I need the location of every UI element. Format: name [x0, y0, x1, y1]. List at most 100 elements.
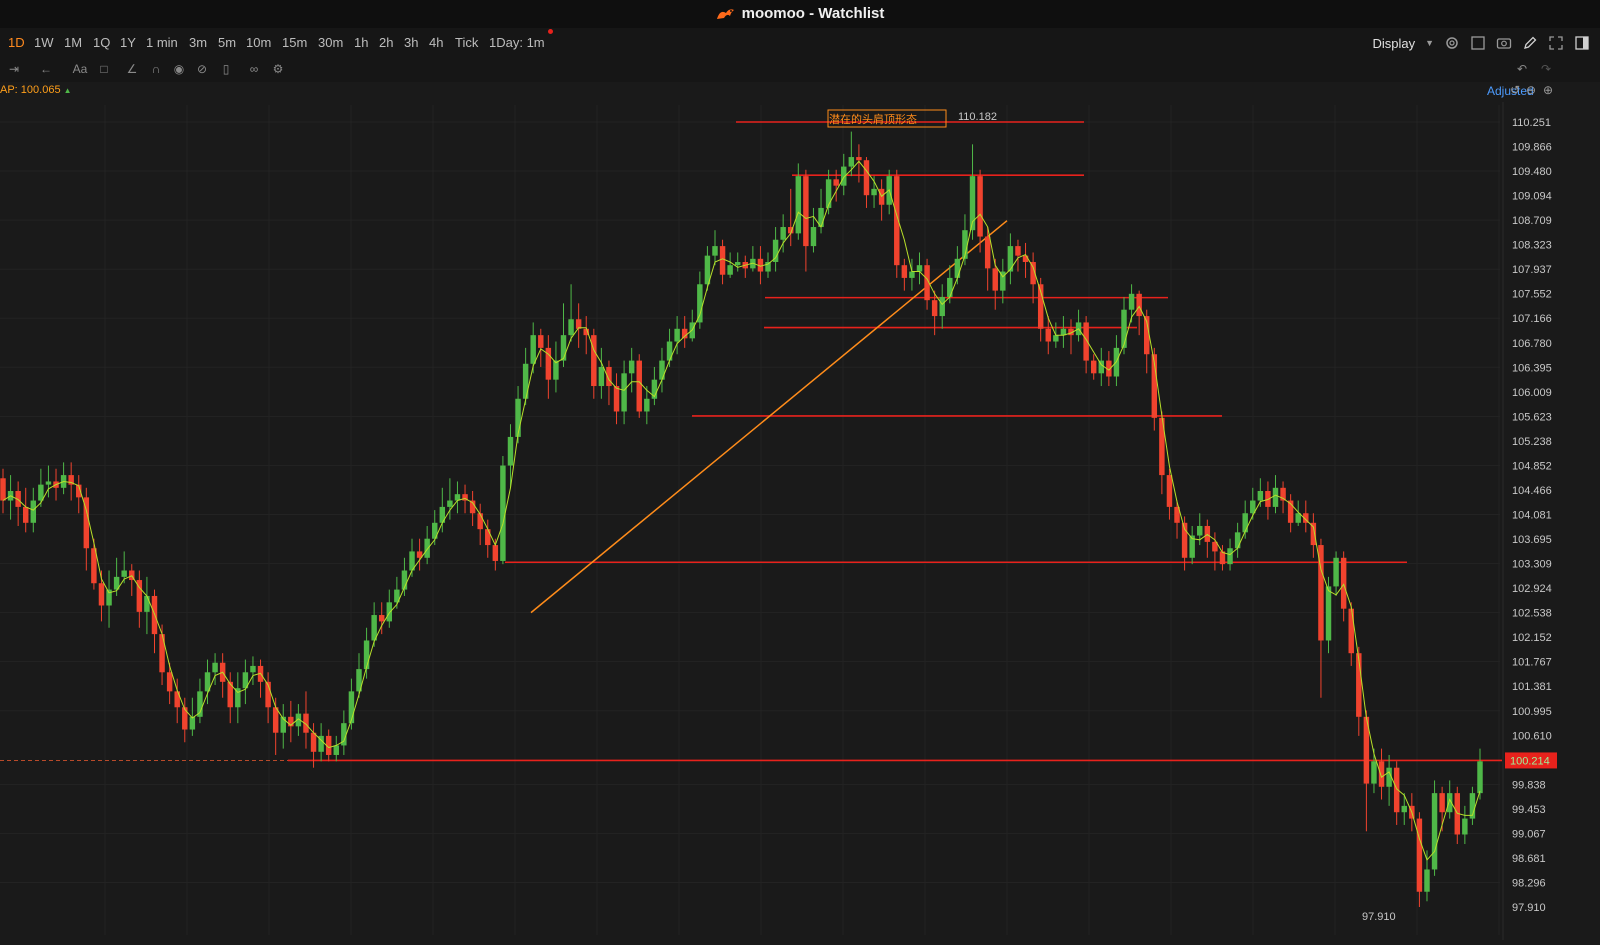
line-tool-icon[interactable]: ∠	[124, 61, 140, 77]
period-tab-1-min[interactable]: 1 min	[146, 35, 178, 50]
candle-body	[841, 166, 847, 186]
price-tick-label: 110.251	[1512, 117, 1551, 129]
candle-body	[538, 335, 544, 348]
period-tab-15m[interactable]: 15m	[282, 35, 307, 50]
undo-icon[interactable]: ↶	[1514, 61, 1530, 77]
candle-body	[954, 258, 961, 278]
period-tab-1y[interactable]: 1Y	[120, 35, 136, 50]
candlestick-chart[interactable]: 110.251 109.866 109.480 109.094 108.709 108.3…	[0, 102, 1600, 940]
period-tab-1d[interactable]: 1D	[8, 35, 25, 50]
candle-body	[447, 500, 453, 507]
price-tick-label: 106.780	[1512, 338, 1552, 350]
candle-body	[1424, 869, 1430, 892]
current-price-label: 100.214	[1510, 755, 1550, 767]
period-tab-10m[interactable]: 10m	[246, 35, 271, 50]
candle-body	[363, 640, 370, 670]
range-selector-icon[interactable]: ⇥	[6, 61, 22, 77]
low-price-label: 97.910	[1362, 911, 1396, 923]
period-tab-1q[interactable]: 1Q	[93, 35, 110, 50]
period-tab-3h[interactable]: 3h	[404, 35, 418, 50]
up-arrow-icon: ▲	[63, 86, 72, 95]
trash-icon[interactable]: ▯	[218, 61, 234, 77]
candle-body	[121, 570, 127, 577]
moomoo-logo-icon	[716, 9, 734, 20]
price-tick-label: 103.695	[1512, 534, 1552, 546]
visibility-icon[interactable]: ◉	[171, 61, 187, 77]
candle-body	[1401, 805, 1407, 813]
price-tick-label: 106.395	[1512, 362, 1552, 374]
pattern-label: 潜在的头肩顶形态	[829, 112, 917, 126]
candle-body	[1378, 761, 1385, 787]
candle-body	[727, 265, 733, 275]
candle-body	[598, 366, 605, 387]
candle-body	[310, 732, 317, 752]
price-tick-label: 99.453	[1512, 804, 1546, 816]
candle-body	[621, 373, 627, 412]
candle-body	[1136, 293, 1142, 317]
candle-body	[98, 583, 105, 606]
period-tab-4h[interactable]: 4h	[429, 35, 443, 50]
price-tick-label: 102.152	[1512, 632, 1552, 644]
camera-icon[interactable]	[1496, 35, 1512, 51]
candle-body	[250, 665, 256, 673]
candle-body	[22, 506, 29, 523]
candle-body	[1128, 293, 1135, 310]
candle-body	[719, 246, 726, 275]
text-tool-icon[interactable]: Aa	[72, 61, 88, 77]
price-tick-label: 108.709	[1512, 215, 1552, 227]
hide-drawings-icon[interactable]: ⊘	[194, 61, 210, 77]
vwap-indicator[interactable]: AP: 100.065 ▲	[0, 84, 72, 96]
chevron-down-icon[interactable]: ▼	[1425, 38, 1434, 48]
candle-body	[386, 602, 393, 622]
candle-body	[1325, 586, 1332, 641]
period-tab-2h[interactable]: 2h	[379, 35, 393, 50]
period-toolbar: 1D 1W 1M 1Q 1Y 1 min 3m 5m 10m 15m 30m 1h 2h 3h 4h Tick…	[0, 28, 1600, 57]
candle-body	[931, 300, 938, 317]
drawing-settings-icon[interactable]: ⚙	[270, 61, 286, 77]
display-dropdown[interactable]: Display	[1372, 36, 1415, 51]
notification-dot	[548, 29, 553, 34]
back-arrow-icon[interactable]: ←	[38, 61, 54, 77]
period-tab-1m[interactable]: 1M	[64, 35, 82, 50]
candle-body	[871, 188, 877, 196]
candle-body	[515, 398, 521, 437]
candle-body	[977, 176, 983, 237]
candle-body	[568, 319, 574, 336]
fullscreen-icon[interactable]	[1548, 35, 1564, 51]
moving-average-layer	[2, 160, 1481, 861]
period-tab-1h[interactable]: 1h	[354, 35, 368, 50]
candle-body	[712, 246, 718, 256]
candle-body	[780, 227, 786, 240]
period-tab-tick[interactable]: Tick	[455, 35, 478, 50]
zoom-out-icon[interactable]: ⊖	[1526, 83, 1536, 97]
link-icon[interactable]: ∞	[246, 61, 262, 77]
candle-body	[644, 398, 650, 412]
redo-icon[interactable]: ↷	[1538, 61, 1554, 77]
candle-body	[734, 262, 741, 266]
reset-icon[interactable]: ↺	[1510, 83, 1520, 97]
period-tab-5m[interactable]: 5m	[218, 35, 236, 50]
magnet-icon[interactable]: ∩	[148, 61, 164, 77]
candle-body	[189, 716, 196, 730]
candle-body	[825, 179, 832, 208]
price-tick-label: 98.681	[1512, 853, 1546, 865]
zoom-in-icon[interactable]: ⊕	[1543, 83, 1553, 97]
candle-body	[909, 271, 915, 278]
candle-body	[144, 595, 150, 612]
comment-icon[interactable]: □	[96, 61, 112, 77]
period-tab-30m[interactable]: 30m	[318, 35, 343, 50]
layout-square-icon[interactable]	[1470, 35, 1486, 51]
settings-gear-icon[interactable]	[1444, 35, 1460, 51]
period-tab-3m[interactable]: 3m	[189, 35, 207, 50]
period-tab-1w[interactable]: 1W	[34, 35, 54, 50]
candle-body	[159, 634, 165, 673]
period-tab-1day-1m[interactable]: 1Day: 1m	[489, 35, 545, 50]
price-tick-label: 98.296	[1512, 877, 1546, 889]
candle-body	[901, 265, 908, 278]
candle-body	[947, 277, 953, 297]
candle-body	[833, 179, 839, 186]
candle-body	[628, 360, 635, 374]
candle-body	[0, 478, 6, 501]
sidebar-toggle-icon[interactable]	[1574, 35, 1590, 51]
pencil-icon[interactable]	[1522, 35, 1538, 51]
